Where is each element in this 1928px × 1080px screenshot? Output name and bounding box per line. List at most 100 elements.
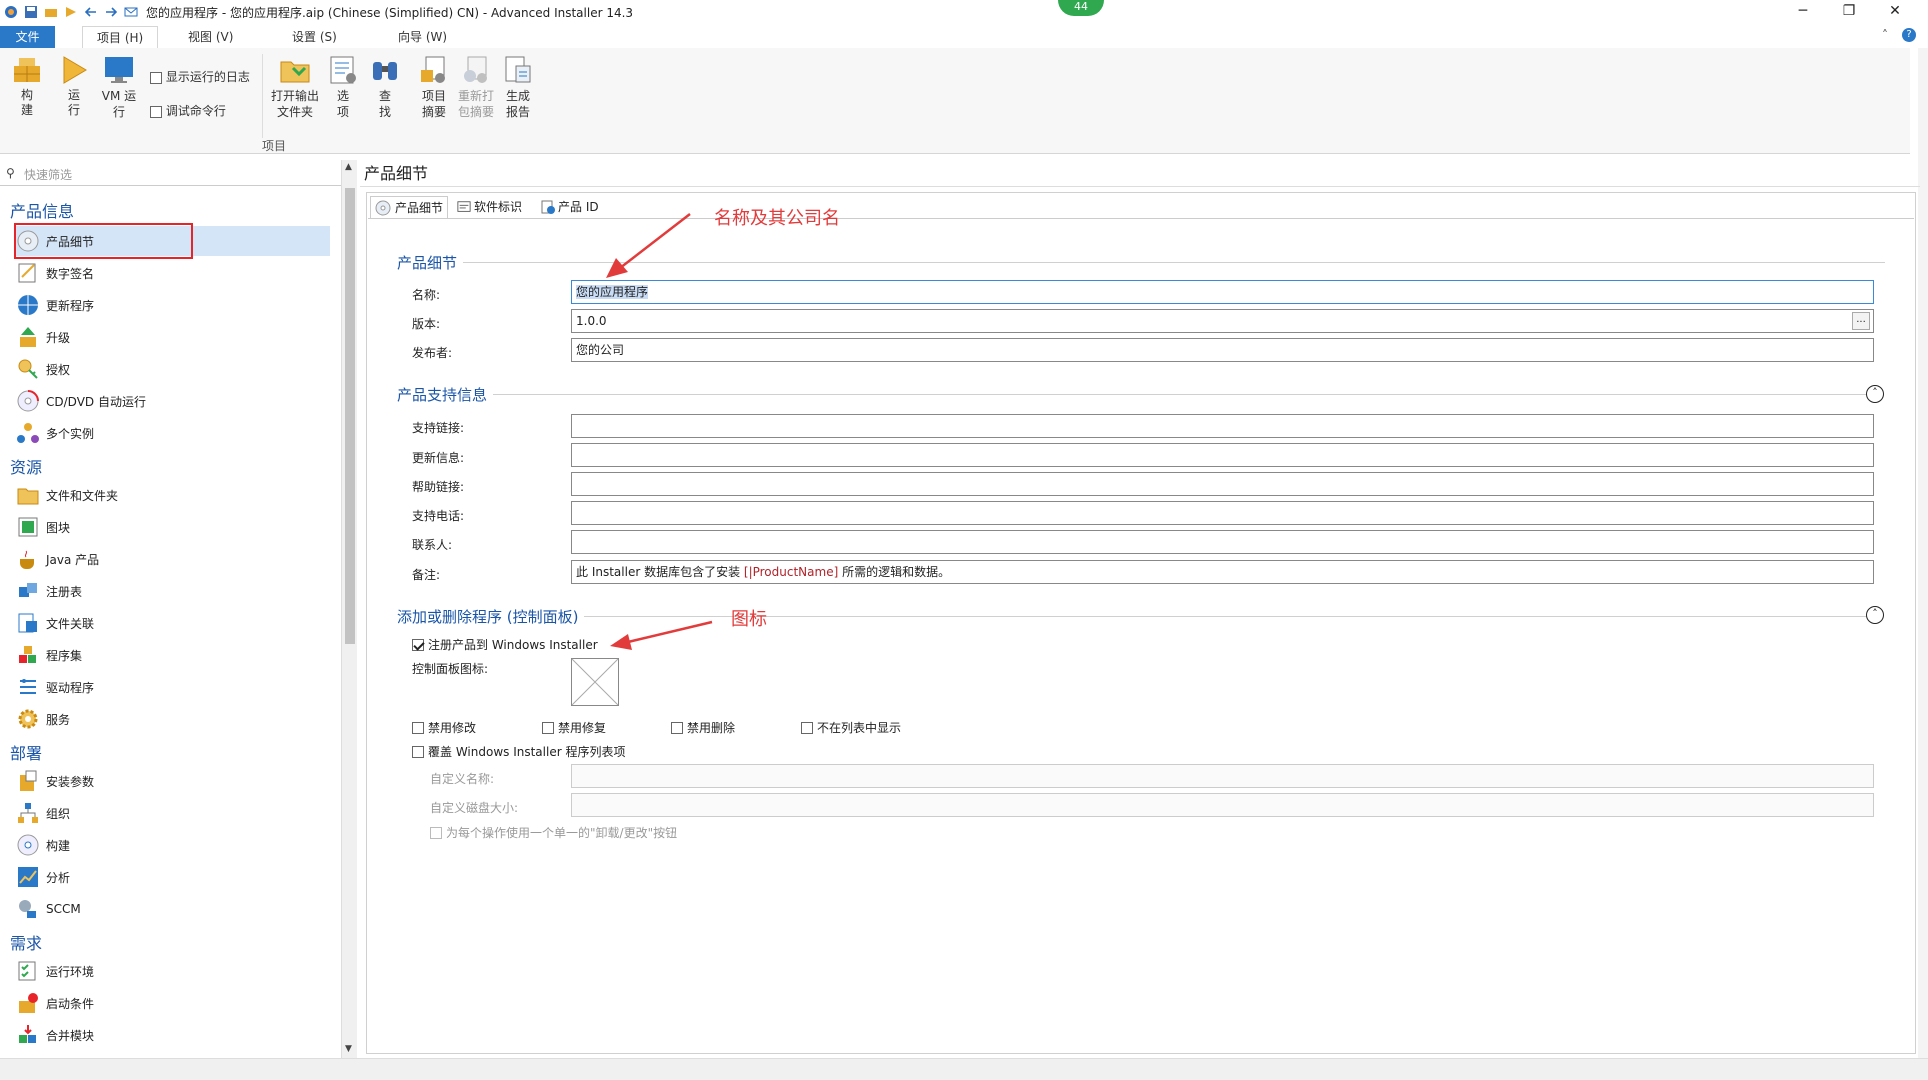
open-output-button[interactable]: 打开输出 文件夹 [268,54,322,120]
ribbon-divider [262,54,263,138]
scrollbar-thumb[interactable] [345,188,355,644]
name-field[interactable]: 您的应用程序 [571,280,1874,304]
disable-remove-checkbox[interactable]: 禁用删除 [671,719,735,736]
nav-item-multiple-instances[interactable]: 多个实例 [16,418,330,448]
custom-name-field[interactable] [571,764,1874,788]
custom-size-field[interactable] [571,793,1874,817]
run-button[interactable]: 运行 [56,54,92,118]
hide-in-list-checkbox[interactable]: 不在列表中显示 [801,719,901,736]
tab-view[interactable]: 视图 (V) [188,26,233,48]
nav-label: 程序集 [46,648,83,663]
nav-item-install-params[interactable]: 安装参数 [16,766,330,796]
collapse-ribbon-icon[interactable]: ˄ [1882,28,1888,42]
nav-item-analytics[interactable]: 分析 [16,862,330,892]
version-browse-button[interactable]: ... [1852,312,1870,330]
tab-wizard[interactable]: 向导 (W) [398,26,447,48]
build-quick-icon[interactable] [44,5,58,19]
update-info-field[interactable] [571,443,1874,467]
disable-modify-check[interactable] [412,721,424,734]
nav-item-file-associations[interactable]: 文件关联 [16,608,330,638]
minimize-button[interactable]: ─ [1780,0,1826,22]
nav-item-licensing[interactable]: 授权 [16,354,330,384]
nav-item-services[interactable]: 服务 [16,704,330,734]
disable-modify-checkbox[interactable]: 禁用修改 [412,719,476,736]
register-product-checkbox[interactable]: 注册产品到 Windows Installer [412,636,598,653]
nav-item-organization[interactable]: 组织 [16,798,330,828]
single-button-check[interactable] [430,826,442,839]
section-add-remove: 添加或删除程序 (控制面板) [397,606,585,627]
tab-product-details[interactable]: 产品细节 [370,196,448,218]
restore-button[interactable]: ❐ [1826,0,1872,22]
run-quick-icon[interactable] [64,5,78,19]
contact-field[interactable] [571,530,1874,554]
tab-software-id[interactable]: 软件标识 [452,196,532,218]
tab-settings[interactable]: 设置 (S) [292,26,337,48]
comments-field[interactable]: 此 Installer 数据库包含了安装 [|ProductName] 所需的逻… [571,560,1874,584]
support-link-field[interactable] [571,414,1874,438]
nav-item-product-details[interactable]: 产品细节 [16,226,330,256]
publisher-field[interactable]: 您的公司 [571,338,1874,362]
nav-label: SCCM [46,902,81,916]
disable-remove-check[interactable] [671,721,683,734]
project-summary-button[interactable]: 项目 摘要 [414,54,454,120]
override-entry-check[interactable] [412,745,424,758]
nav-item-digital-signature[interactable]: 数字签名 [16,258,330,288]
name-value: 您的应用程序 [576,285,649,299]
debug-cmd-checkbox[interactable]: 调试命令行 [150,102,226,119]
nav-item-assemblies[interactable]: 程序集 [16,640,330,670]
repack-summary-button[interactable]: 重新打 包摘要 [456,54,496,120]
nav-item-tiles[interactable]: 图块 [16,512,330,542]
nav-item-files-folders[interactable]: 文件和文件夹 [16,480,330,510]
nav-item-launch-conditions[interactable]: 启动条件 [16,988,330,1018]
driver-icon [20,679,36,694]
hide-in-list-check[interactable] [801,721,813,734]
single-button-checkbox[interactable]: 为每个操作使用一个单一的"卸载/更改"按钮 [430,824,677,841]
quick-filter[interactable]: ⚲ 快速筛选 [0,160,342,186]
collapse-support-icon[interactable]: ˄ [1866,385,1884,403]
nav-item-merge-modules[interactable]: 合并模块 [16,1020,330,1050]
generate-report-button[interactable]: 生成 报告 [500,54,536,120]
show-log-label: 显示运行的日志 [165,70,250,84]
show-log-checkbox[interactable]: 显示运行的日志 [150,68,250,85]
tab-project[interactable]: 项目 (H) [82,26,159,48]
outer-scrollbar[interactable] [1918,48,1928,1058]
support-phone-field[interactable] [571,501,1874,525]
back-icon[interactable] [84,5,98,19]
left-scrollbar[interactable]: ▲ ▼ [341,160,357,1058]
register-product-check[interactable] [412,638,424,651]
mail-icon[interactable] [124,5,138,19]
nav-item-upgrade[interactable]: 升级 [16,322,330,352]
disable-repair-checkbox[interactable]: 禁用修复 [542,719,606,736]
help-link-field[interactable] [571,472,1874,496]
debug-cmd-check[interactable] [150,105,162,118]
nav-item-updater[interactable]: 更新程序 [16,290,330,320]
scroll-up-arrow-icon[interactable]: ▲ [345,162,352,172]
nav-item-registry[interactable]: 注册表 [16,576,330,606]
control-panel-icon-placeholder[interactable] [571,658,619,706]
version-field[interactable]: 1.0.0 [571,309,1874,333]
build-button[interactable]: 构建 [8,54,46,118]
nav-item-java[interactable]: Java 产品 [16,544,330,574]
override-entry-checkbox[interactable]: 覆盖 Windows Installer 程序列表项 [412,743,625,760]
nav-item-drivers[interactable]: 驱动程序 [16,672,330,702]
save-icon[interactable] [24,5,38,19]
find-button[interactable]: 查 找 [368,54,402,120]
scroll-down-arrow-icon[interactable]: ▼ [345,1044,352,1054]
nav-item-prerequisites[interactable]: 运行环境 [16,956,330,986]
disable-repair-check[interactable] [542,721,554,734]
override-entry-label: 覆盖 Windows Installer 程序列表项 [428,745,626,759]
show-log-check[interactable] [150,71,162,84]
nav-item-sccm[interactable]: SCCM [16,894,330,924]
tab-file[interactable]: 文件 [0,26,55,48]
register-product-label: 注册产品到 Windows Installer [428,638,598,652]
vm-run-button[interactable]: VM 运 行 [98,54,140,120]
help-icon[interactable]: ? [1902,28,1916,42]
tab-product-id[interactable]: 产品 ID [536,196,606,218]
quick-filter-input[interactable]: 快速筛选 [24,166,72,183]
nav-item-build[interactable]: 构建 [16,830,330,860]
options-button[interactable]: 选 项 [326,54,360,120]
collapse-arp-icon[interactable]: ˄ [1866,606,1884,624]
nav-item-autorun[interactable]: CD/DVD 自动运行 [16,386,330,416]
forward-icon[interactable] [104,5,118,19]
close-button[interactable]: ✕ [1872,0,1918,22]
